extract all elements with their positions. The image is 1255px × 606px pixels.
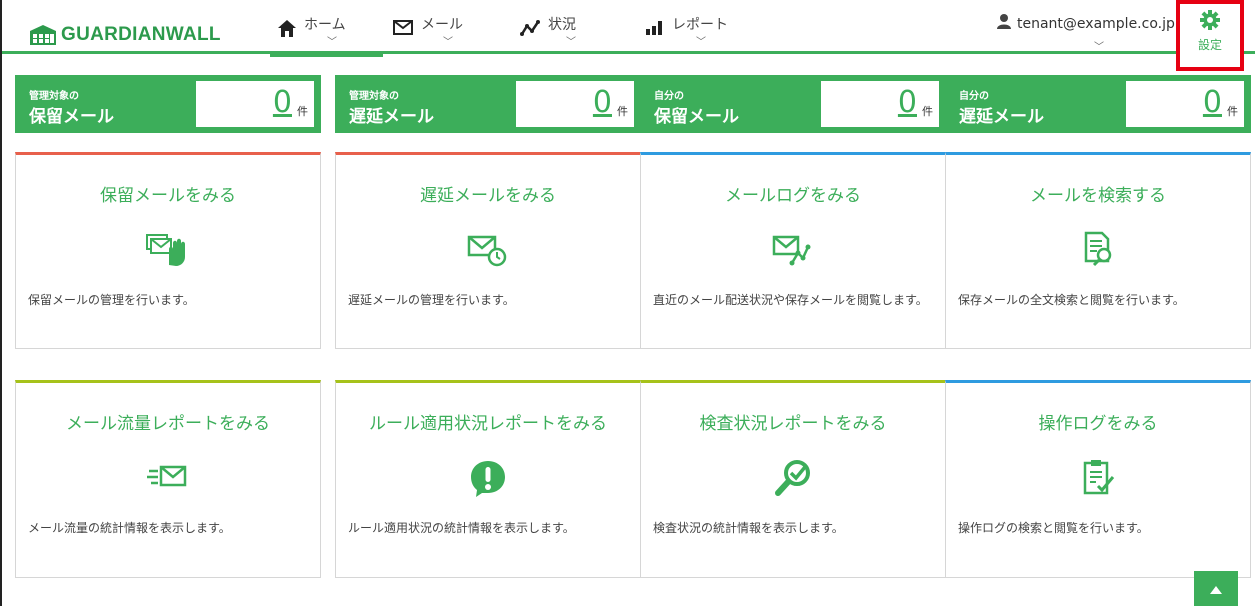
inspection-icon (773, 459, 813, 501)
counter-unit: 件 (1227, 105, 1238, 118)
counter-unit: 件 (617, 105, 628, 118)
nav-home-label: ホーム (304, 17, 346, 33)
nav-status-label: 状況 (548, 17, 576, 33)
card-description: ルール適用状況の統計情報を表示します。 (348, 521, 575, 535)
card-description: 直近のメール配送状況や保存メールを閲覧します。 (653, 293, 928, 307)
counter-value[interactable]: 0 (273, 87, 292, 119)
card-mail-flow-report[interactable]: メール流量レポートをみる メール流量の統計情報を表示します。 (15, 380, 321, 578)
card-description: 保存メールの全文検索と閲覧を行います。 (958, 293, 1185, 307)
scroll-to-top-button[interactable] (1194, 571, 1238, 606)
counter-unit: 件 (922, 105, 933, 118)
counter-title: 保留メール (29, 107, 114, 127)
card-title: 検査状況レポートをみる (699, 414, 887, 434)
card-description: メール流量の統計情報を表示します。 (28, 521, 231, 535)
line-graph-icon (520, 20, 540, 40)
mail-log-icon (770, 231, 816, 271)
counter-scope: 管理対象の (349, 91, 399, 102)
nav-report[interactable]: レポート ﹀ (640, 0, 760, 54)
settings-button[interactable]: 設定 (1176, 0, 1244, 71)
card-title: メールを検索する (1030, 186, 1166, 206)
card-title: 保留メールをみる (100, 186, 236, 206)
card-inspection-report[interactable]: 検査状況レポートをみる 検査状況の統計情報を表示します。 (640, 380, 946, 578)
mail-search-icon (1080, 231, 1116, 271)
gear-icon (1200, 10, 1220, 34)
logo-mark-icon (30, 25, 56, 45)
settings-tab: 設定 (1188, 6, 1232, 65)
rule-alert-icon (468, 459, 508, 501)
nav-status[interactable]: 状況 ﹀ (510, 0, 640, 54)
operation-log-icon (1080, 459, 1116, 501)
card-hold-mail[interactable]: 保留メールをみる 保留メールの管理を行います。 (15, 152, 321, 349)
counter-own-hold[interactable]: 自分の 保留メール 0 件 (640, 75, 946, 133)
card-operation-log[interactable]: 操作ログをみる 操作ログの検索と閲覧を行います。 (945, 380, 1251, 578)
card-mail-search[interactable]: メールを検索する 保存メールの全文検索と閲覧を行います。 (945, 152, 1251, 349)
counter-own-delay[interactable]: 自分の 遅延メール 0 件 (945, 75, 1251, 133)
user-email: tenant@example.co.jp (1017, 15, 1175, 32)
card-title: 操作ログをみる (1038, 414, 1158, 434)
card-description: 遅延メールの管理を行います。 (348, 293, 515, 307)
user-icon (997, 14, 1011, 33)
card-title: メールログをみる (725, 186, 861, 206)
counter-managed-hold[interactable]: 管理対象の 保留メール 0 件 (15, 75, 321, 133)
counter-value[interactable]: 0 (898, 87, 917, 119)
counter-unit: 件 (297, 105, 308, 118)
arrow-up-icon (1210, 579, 1222, 598)
hold-mail-icon (145, 231, 191, 271)
chevron-down-icon: ﹀ (327, 37, 337, 48)
counter-title: 遅延メール (959, 107, 1044, 127)
counter-value[interactable]: 0 (1203, 87, 1222, 119)
card-rule-report[interactable]: ルール適用状況レポートをみる ルール適用状況の統計情報を表示します。 (335, 380, 641, 578)
counter-value-box: 0 件 (821, 81, 939, 127)
nav-mail[interactable]: メール ﹀ (383, 0, 510, 54)
home-icon (278, 20, 296, 41)
card-delay-mail[interactable]: 遅延メールをみる 遅延メールの管理を行います。 (335, 152, 641, 349)
settings-label: 設定 (1197, 38, 1222, 52)
card-mail-log[interactable]: メールログをみる 直近のメール配送状況や保存メールを閲覧します。 (640, 152, 946, 349)
counter-value[interactable]: 0 (593, 87, 612, 119)
card-description: 保留メールの管理を行います。 (28, 293, 195, 307)
counter-scope: 管理対象の (29, 91, 79, 102)
counter-value-box: 0 件 (196, 81, 314, 127)
chevron-down-icon: ﹀ (566, 37, 576, 48)
counter-title: 遅延メール (349, 107, 434, 127)
counter-scope: 自分の (654, 91, 684, 102)
mail-icon (393, 20, 413, 39)
card-title: メール流量レポートをみる (66, 414, 270, 434)
delay-mail-icon (465, 231, 511, 271)
bar-chart-icon (646, 20, 664, 39)
user-menu[interactable]: tenant@example.co.jp (997, 14, 1175, 33)
main-nav: ホーム ﹀ メール ﹀ 状況 ﹀ レポート ﹀ (270, 0, 760, 57)
chevron-down-icon: ﹀ (696, 37, 706, 48)
chevron-down-icon: ﹀ (1094, 42, 1104, 53)
counter-managed-delay[interactable]: 管理対象の 遅延メール 0 件 (335, 75, 641, 133)
nav-report-label: レポート (672, 17, 728, 33)
counter-value-box: 0 件 (516, 81, 634, 127)
counter-title: 保留メール (654, 107, 739, 127)
logo[interactable]: GUARDIANWALL (30, 24, 221, 46)
nav-mail-label: メール (421, 17, 463, 33)
card-title: ルール適用状況レポートをみる (369, 414, 607, 434)
card-title: 遅延メールをみる (420, 186, 556, 206)
logo-text: GUARDIANWALL (61, 24, 221, 45)
card-description: 操作ログの検索と閲覧を行います。 (958, 521, 1149, 535)
nav-home[interactable]: ホーム ﹀ (270, 0, 383, 57)
chevron-down-icon: ﹀ (443, 37, 453, 48)
counter-value-box: 0 件 (1126, 81, 1244, 127)
counter-scope: 自分の (959, 91, 989, 102)
mail-flow-icon (145, 459, 191, 499)
top-header: GUARDIANWALL ホーム ﹀ メール ﹀ 状況 ﹀ レポート ﹀ ten… (2, 0, 1255, 57)
card-description: 検査状況の統計情報を表示します。 (653, 521, 844, 535)
